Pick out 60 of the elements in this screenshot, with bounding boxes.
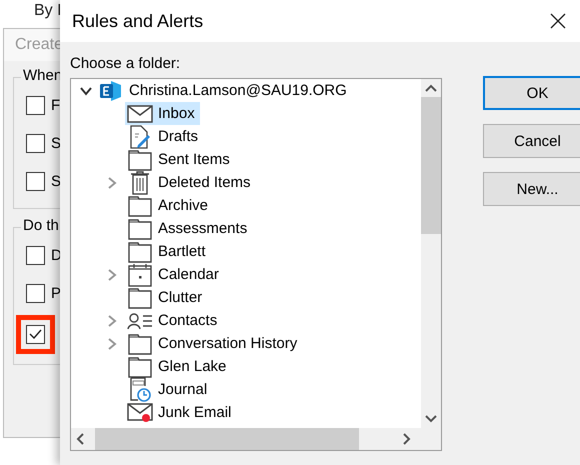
- collapse-icon[interactable]: [79, 86, 93, 96]
- scroll-thumb[interactable]: [95, 428, 359, 450]
- envelope-icon: [127, 104, 153, 122]
- envelope-icon: [127, 402, 153, 422]
- dialog-button[interactable]: OK: [483, 76, 580, 110]
- folder-item[interactable]: Inbox: [125, 102, 200, 125]
- checkbox-label: S: [51, 172, 62, 190]
- scroll-up-icon[interactable]: [425, 84, 437, 92]
- folder-item[interactable]: Calendar: [125, 263, 224, 286]
- folder-item[interactable]: Bartlett: [125, 240, 211, 263]
- checkbox-label: P: [51, 284, 62, 302]
- expand-icon[interactable]: [107, 176, 117, 190]
- folder-item[interactable]: Drafts: [125, 125, 204, 148]
- checkbox-label: F: [51, 96, 60, 114]
- checkbox-label: S: [51, 134, 62, 152]
- check-icon: [29, 329, 42, 339]
- folder-prompt: Choose a folder:: [70, 55, 182, 72]
- folder-icon: [128, 218, 152, 240]
- folder-item[interactable]: Junk Email: [125, 401, 236, 424]
- folder-icon: [128, 148, 152, 170]
- expand-icon[interactable]: [107, 336, 117, 350]
- journal-icon: [128, 376, 152, 402]
- account-label[interactable]: Christina.Lamson@SAU19.ORG: [126, 81, 350, 100]
- draft-icon: [129, 124, 151, 148]
- dialog-button[interactable]: Cancel: [483, 124, 580, 158]
- folder-item[interactable]: Journal: [125, 378, 212, 401]
- folder-item[interactable]: Deleted Items: [125, 171, 256, 194]
- folder-item[interactable]: Conversation History: [125, 332, 302, 355]
- scroll-right-icon[interactable]: [403, 433, 411, 445]
- checkbox[interactable]: [26, 284, 45, 302]
- dialog-button[interactable]: New...: [483, 172, 580, 206]
- expand-icon[interactable]: [107, 314, 117, 328]
- checkbox[interactable]: [26, 96, 45, 114]
- scroll-down-icon[interactable]: [425, 415, 437, 423]
- window-title: By I: [34, 2, 62, 20]
- folder-item[interactable]: Sent Items: [125, 148, 235, 171]
- checkbox[interactable]: [26, 246, 45, 264]
- checkbox[interactable]: [26, 324, 45, 344]
- vertical-scrollbar[interactable]: [421, 79, 441, 428]
- folder-item[interactable]: Assessments: [125, 217, 252, 240]
- trash-icon: [129, 170, 151, 194]
- expand-icon[interactable]: [107, 268, 117, 282]
- scroll-thumb[interactable]: [421, 97, 441, 234]
- folder-item[interactable]: Glen Lake: [125, 355, 232, 378]
- folder-item[interactable]: Clutter: [125, 286, 208, 309]
- folder-icon: [128, 240, 152, 262]
- dialog-title: Rules and Alerts: [72, 10, 204, 32]
- folder-icon: [128, 194, 152, 216]
- close-icon[interactable]: [550, 13, 566, 29]
- folder-icon: [128, 332, 152, 354]
- folder-item[interactable]: Contacts: [125, 309, 222, 332]
- checkbox[interactable]: [26, 134, 45, 152]
- horizontal-scrollbar[interactable]: [71, 428, 441, 450]
- folder-item[interactable]: Archive: [125, 194, 214, 217]
- folder-icon: [128, 286, 152, 308]
- contacts-icon: [127, 312, 153, 330]
- checkbox[interactable]: [26, 172, 45, 190]
- scroll-left-icon[interactable]: [76, 433, 84, 445]
- folder-icon: [128, 356, 152, 378]
- calendar-icon: [128, 262, 152, 286]
